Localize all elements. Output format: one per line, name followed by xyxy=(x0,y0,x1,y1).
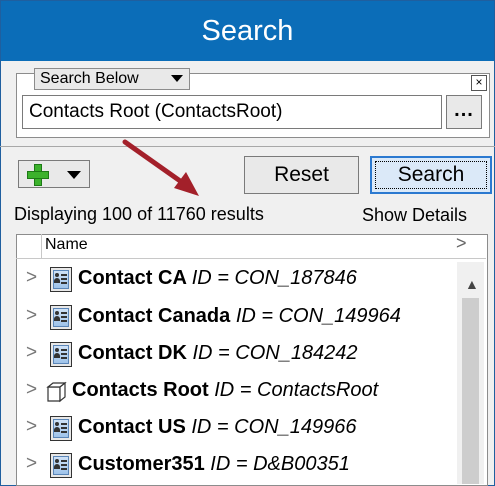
annotation-arrow xyxy=(122,139,199,196)
